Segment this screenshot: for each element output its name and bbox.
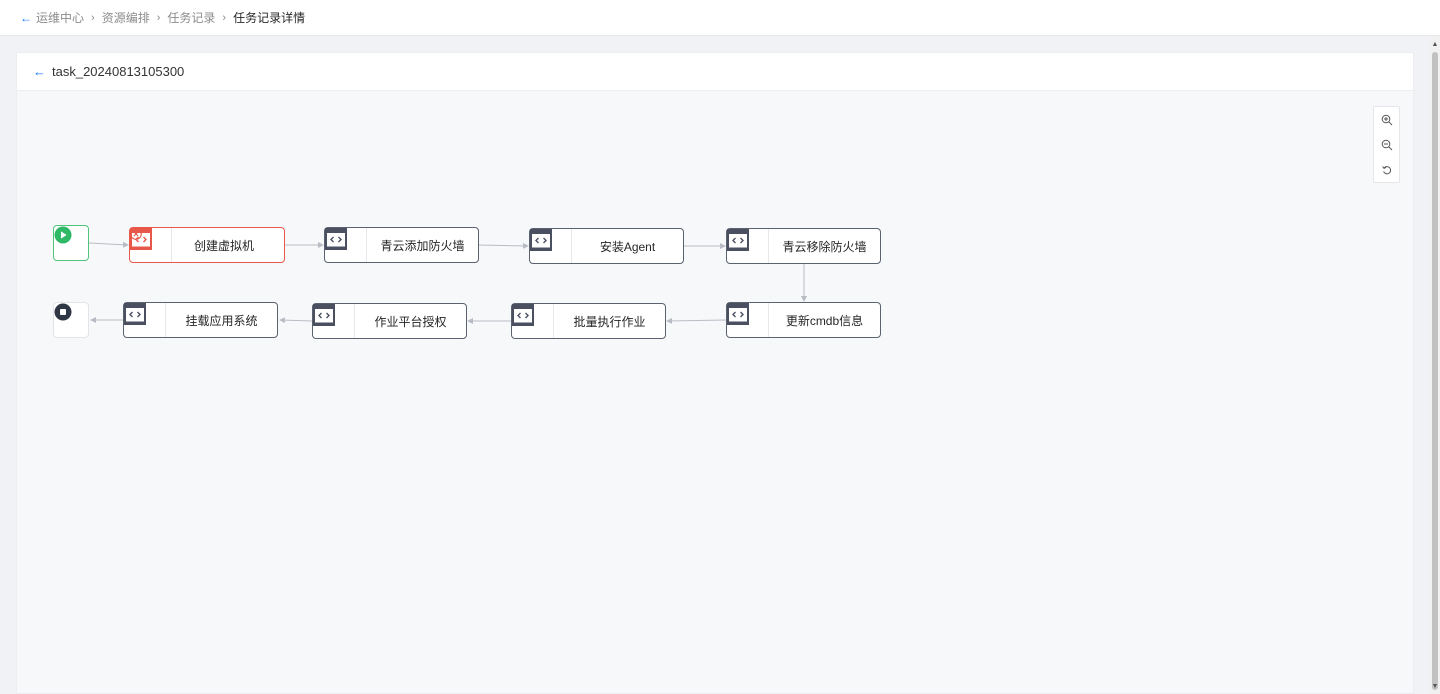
flow-node-install-agent[interactable]: 安装Agent [529, 228, 684, 264]
script-icon [512, 304, 534, 326]
node-label: 批量执行作业 [573, 314, 646, 329]
zoom-in-icon[interactable] [1377, 110, 1397, 130]
node-label: 作业平台授权 [374, 314, 447, 329]
chevron-right-icon: › [91, 11, 95, 24]
flow-node-batch-job[interactable]: 批量执行作业 [511, 303, 666, 339]
script-icon [124, 303, 146, 325]
scroll-down-icon[interactable]: ▼ [1431, 682, 1439, 692]
flow-node-qingcloud-add-firewall[interactable]: 青云添加防火墙 [324, 227, 479, 263]
node-label: 安装Agent [599, 239, 656, 254]
back-arrow-icon[interactable]: ← [33, 64, 46, 79]
script-icon [313, 304, 335, 326]
flow-node-update-cmdb[interactable]: 更新cmdb信息 [726, 302, 881, 338]
breadcrumb-bar: ← 运维中心 › 资源编排 › 任务记录 › 任务记录详情 [0, 0, 1440, 36]
script-icon [530, 229, 552, 251]
node-label: 更新cmdb信息 [785, 313, 864, 328]
scroll-up-icon[interactable]: ▲ [1431, 40, 1439, 50]
flow-node-mount-app-system[interactable]: 挂载应用系统 [123, 302, 278, 338]
chevron-right-icon: › [156, 11, 161, 24]
task-detail-card: ← task_20240813105300 [16, 52, 1414, 694]
node-label: 青云移除防火墙 [782, 239, 867, 254]
stop-icon [54, 303, 72, 321]
chevron-right-icon: › [222, 11, 227, 24]
play-icon [54, 226, 72, 244]
flow-start-node[interactable] [53, 225, 89, 261]
card-header: ← task_20240813105300 [17, 53, 1413, 91]
flow-node-qingcloud-remove-firewall[interactable]: 青云移除防火墙 [726, 228, 881, 264]
breadcrumb-item-ops-center[interactable]: 运维中心 [36, 9, 84, 26]
scrollbar-thumb[interactable] [1432, 52, 1438, 690]
task-title: task_20240813105300 [52, 64, 185, 79]
zoom-out-icon[interactable] [1377, 135, 1397, 155]
breadcrumb-item-task-records[interactable]: 任务记录 [167, 9, 215, 26]
zoom-controls [1373, 106, 1400, 183]
breadcrumb-item-orchestration[interactable]: 资源编排 [102, 9, 150, 26]
flow-node-create-vm[interactable]: 创建虚拟机 [129, 227, 285, 263]
script-icon [325, 228, 347, 250]
script-icon [727, 303, 749, 325]
node-label: 挂载应用系统 [185, 313, 258, 328]
back-arrow-icon[interactable]: ← [20, 11, 32, 25]
node-label: 创建虚拟机 [193, 238, 254, 253]
flow-end-node[interactable] [53, 302, 89, 338]
vertical-scrollbar[interactable]: ▲ ▼ [1430, 36, 1440, 694]
breadcrumb-current: 任务记录详情 [233, 11, 306, 25]
reset-view-icon[interactable] [1377, 160, 1397, 180]
node-label: 青云添加防火墙 [380, 238, 465, 253]
script-icon [727, 229, 749, 251]
flow-node-job-platform-auth[interactable]: 作业平台授权 [312, 303, 467, 339]
